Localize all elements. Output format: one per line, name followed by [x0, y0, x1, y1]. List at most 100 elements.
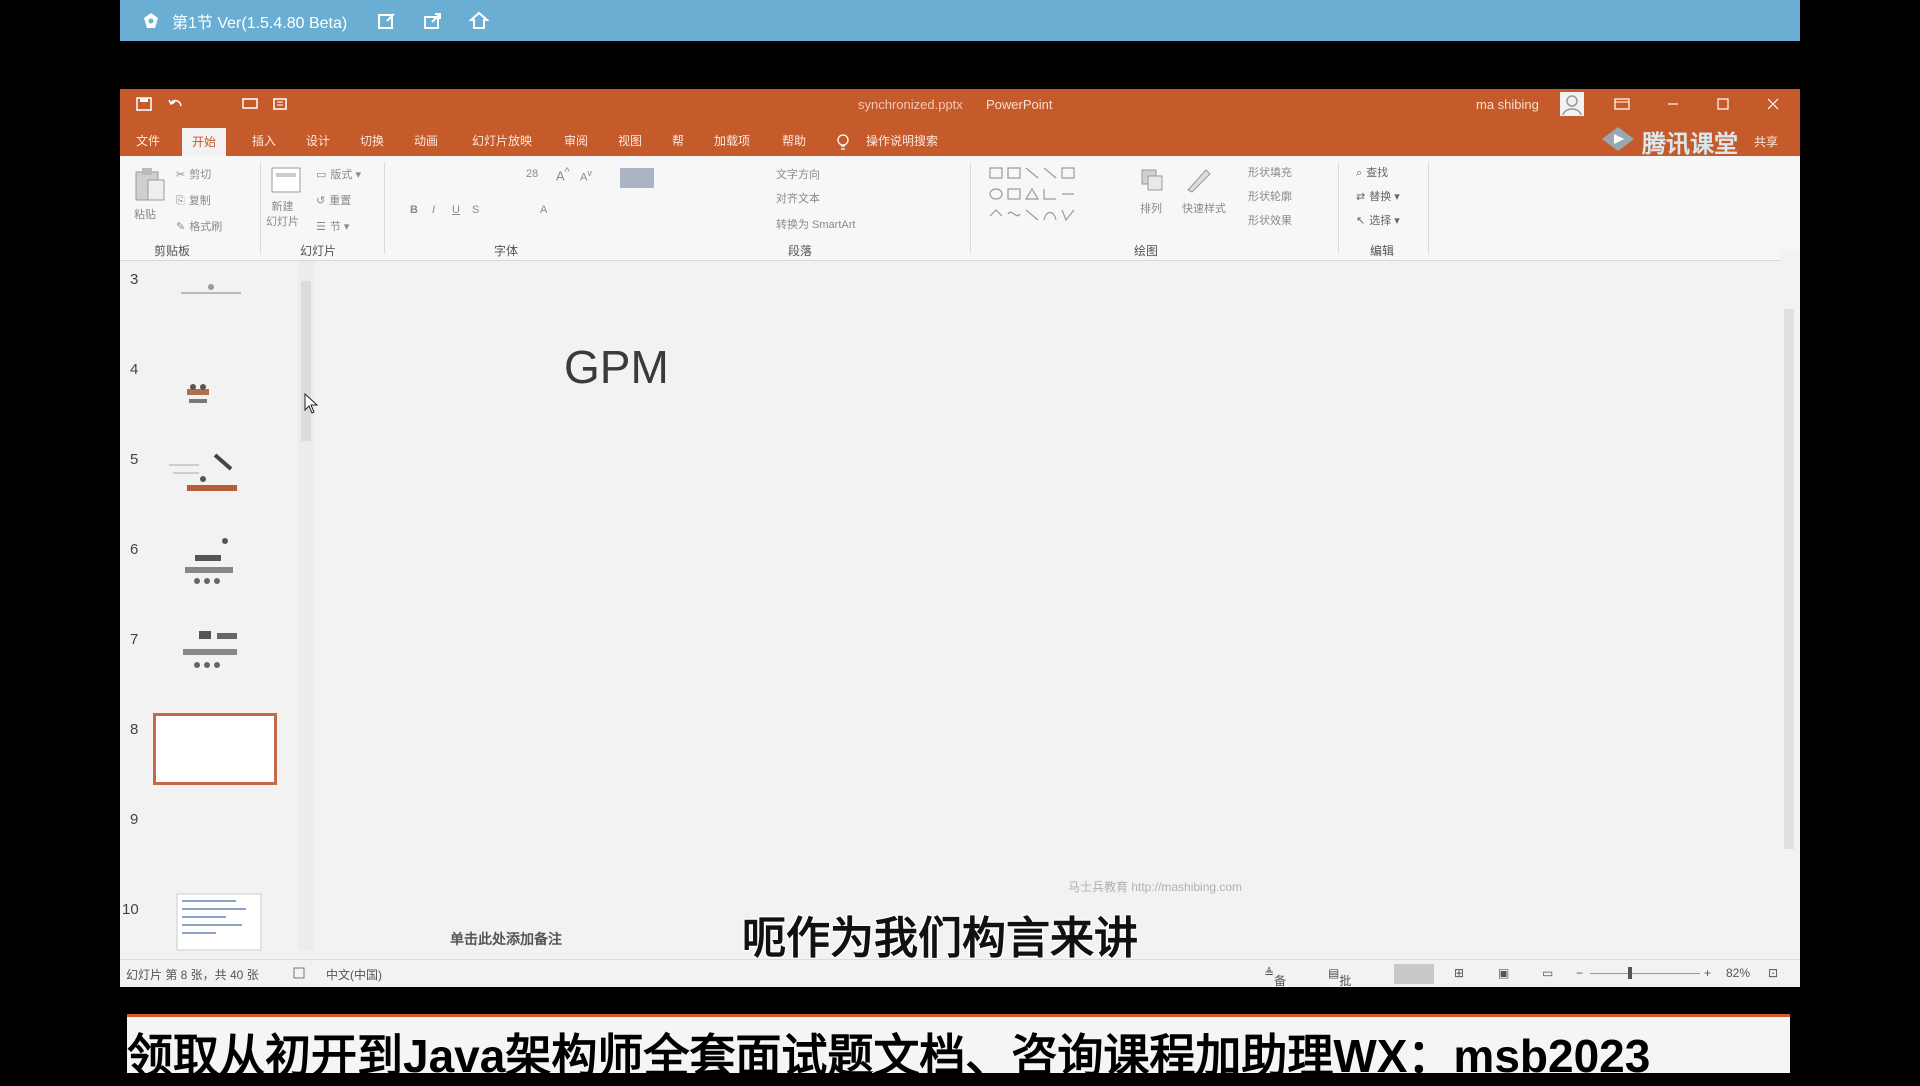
decrease-font-icon[interactable]: Av	[580, 168, 592, 184]
text-direction-button[interactable]: 文字方向	[776, 166, 820, 182]
minimize-icon[interactable]	[1666, 97, 1680, 111]
tencent-logo-icon	[1602, 127, 1634, 151]
tab-animations[interactable]: 动画	[404, 127, 448, 155]
edit-icon[interactable]	[377, 11, 397, 31]
promo-banner: 领取从初开到Java架构师全套面试题文档、咨询课程加助理WX：msb2023	[127, 1017, 1790, 1082]
ribbon-tabs: 文件 开始 插入 设计 切换 动画 幻灯片放映 审阅 视图 帮 加载项 帮助 操…	[120, 119, 1800, 158]
slide-thumbnail[interactable]	[153, 623, 271, 687]
ribbon-separator	[1338, 162, 1339, 254]
zoom-slider[interactable]	[1590, 973, 1700, 974]
bold-button[interactable]: B	[410, 204, 418, 216]
find-button[interactable]: ⌕ 查找	[1356, 164, 1388, 180]
zoom-out-button[interactable]: −	[1576, 966, 1583, 980]
zoom-in-button[interactable]: +	[1704, 966, 1711, 980]
home-icon[interactable]	[469, 11, 490, 31]
tab-view[interactable]: 视图	[608, 127, 652, 155]
slides-group-label: 幻灯片	[300, 244, 337, 258]
slide-thumbnail[interactable]	[176, 893, 262, 951]
thumb-number: 10	[122, 901, 139, 918]
ribbon-display-icon[interactable]	[1614, 97, 1630, 111]
tab-home[interactable]: 开始	[182, 128, 227, 156]
new-slide-icon[interactable]	[270, 166, 302, 196]
normal-view-button[interactable]	[1394, 964, 1434, 984]
reset-button[interactable]: ↺ 重置	[316, 192, 351, 208]
align-text-button[interactable]: 对齐文本	[776, 190, 820, 206]
slide-thumbnail[interactable]	[153, 353, 271, 417]
slide-thumbnail[interactable]	[153, 533, 271, 597]
undo-icon[interactable]	[168, 97, 184, 111]
cut-button[interactable]: ✂ 剪切	[176, 166, 211, 182]
editing-group-label: 编辑	[1370, 244, 1395, 258]
italic-button[interactable]: I	[432, 204, 435, 216]
quick-styles-icon[interactable]	[1184, 164, 1214, 194]
close-icon[interactable]	[1766, 97, 1780, 111]
tab-insert[interactable]: 插入	[242, 127, 286, 155]
avatar-icon[interactable]	[1560, 92, 1584, 116]
section-button[interactable]: ☰ 节 ▾	[316, 218, 349, 234]
maximize-icon[interactable]	[1716, 97, 1730, 111]
tab-design[interactable]: 设计	[296, 127, 340, 155]
shape-outline-button[interactable]: 形状轮廓	[1248, 188, 1292, 204]
underline-button[interactable]: U	[452, 204, 460, 216]
arrange-button[interactable]: 排列	[1140, 200, 1162, 216]
notes-toggle[interactable]: ≜ 备注	[1264, 966, 1286, 987]
new-slide-button[interactable]: 新建 幻灯片	[266, 200, 299, 230]
slide-thumbnail[interactable]	[153, 443, 271, 507]
shape-fill-button[interactable]: 形状填充	[1248, 164, 1292, 180]
start-slideshow-icon[interactable]	[242, 97, 258, 111]
paragraph-group-label: 段落	[788, 244, 813, 258]
tab-slideshow[interactable]: 幻灯片放映	[462, 127, 542, 155]
format-painter-button[interactable]: ✎ 格式刷	[176, 218, 222, 234]
shape-effects-button[interactable]: 形状效果	[1248, 212, 1292, 228]
present-icon[interactable]	[272, 97, 288, 111]
slide-sorter-button[interactable]: ⊞	[1454, 966, 1464, 980]
font-name-box[interactable]	[400, 166, 520, 184]
slide-thumbnail-selected[interactable]	[153, 713, 277, 785]
zoom-level[interactable]: 82%	[1726, 966, 1750, 980]
copy-button[interactable]: ⎘ 复制	[176, 192, 211, 208]
thumbnails-scrollbar[interactable]	[298, 261, 314, 951]
slide-title[interactable]: GPM	[564, 340, 669, 394]
save-icon[interactable]	[136, 97, 152, 111]
user-name[interactable]: ma shibing	[1476, 97, 1539, 112]
shadow-button[interactable]: S	[472, 204, 479, 216]
thumb-number: 9	[130, 811, 139, 828]
font-color-button[interactable]: A	[540, 204, 547, 216]
arrange-icon[interactable]	[1138, 166, 1166, 196]
ribbon-separator	[1428, 162, 1429, 254]
convert-smartart-button[interactable]: 转换为 SmartArt	[776, 216, 855, 232]
shapes-gallery-icon[interactable]	[986, 164, 1116, 228]
slide-canvas[interactable]	[316, 261, 1778, 889]
language-indicator[interactable]: 中文(中国)	[326, 966, 382, 983]
tab-help-short[interactable]: 帮	[662, 127, 694, 155]
tab-help[interactable]: 帮助	[772, 127, 816, 155]
reading-view-button[interactable]: ▣	[1498, 966, 1509, 980]
tab-addins[interactable]: 加载项	[704, 127, 760, 155]
slide-scrollbar[interactable]	[1780, 249, 1800, 949]
scroll-thumb[interactable]	[301, 281, 311, 441]
slideshow-view-button[interactable]: ▭	[1542, 966, 1553, 980]
spellcheck-icon[interactable]	[292, 966, 306, 980]
lightbulb-icon	[837, 134, 849, 150]
font-size-box[interactable]: 28	[526, 168, 538, 180]
replace-button[interactable]: ⇄ 替换 ▾	[1356, 188, 1400, 204]
slide-scroll-thumb[interactable]	[1784, 309, 1794, 849]
increase-font-icon[interactable]: A^	[556, 166, 570, 183]
select-button[interactable]: ↖ 选择 ▾	[1356, 212, 1400, 228]
share-icon[interactable]	[423, 11, 443, 31]
slide-thumbnail[interactable]	[153, 269, 271, 333]
share-button[interactable]: 共享	[1754, 133, 1778, 150]
comments-toggle[interactable]: ▤ 批注	[1328, 966, 1351, 987]
fit-to-window-icon[interactable]: ⊡	[1768, 966, 1778, 980]
tab-review[interactable]: 审阅	[554, 127, 598, 155]
tell-me-search[interactable]: 操作说明搜索	[856, 127, 948, 155]
quick-styles-button[interactable]: 快速样式	[1182, 200, 1226, 216]
notes-placeholder[interactable]: 单击此处添加备注	[450, 929, 562, 949]
zoom-slider-handle[interactable]	[1628, 967, 1632, 979]
paste-icon[interactable]	[132, 166, 166, 202]
bullets-button[interactable]	[620, 168, 654, 188]
paste-label[interactable]: 粘贴	[134, 206, 156, 222]
tab-transitions[interactable]: 切换	[350, 127, 394, 155]
layout-button[interactable]: ▭ 版式 ▾	[316, 166, 361, 182]
tab-file[interactable]: 文件	[126, 127, 170, 155]
